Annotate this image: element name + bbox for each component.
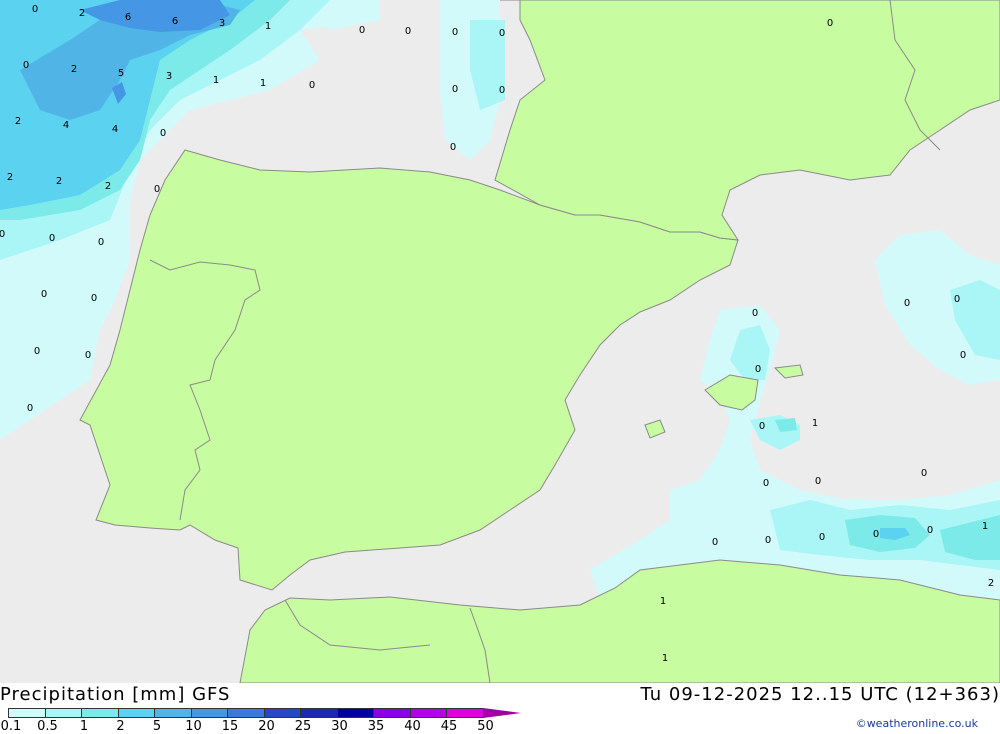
precipitation-value-label: 0 [819, 532, 825, 543]
precipitation-value-label: 0 [85, 350, 91, 361]
precipitation-value-label: 0 [815, 476, 821, 487]
legend-swatch [81, 708, 119, 718]
precipitation-value-label: 2 [15, 116, 21, 127]
legend-swatch [373, 708, 411, 718]
precipitation-value-label: 6 [172, 16, 178, 27]
precipitation-value-label: 1 [662, 653, 668, 664]
precipitation-value-label: 0 [91, 293, 97, 304]
precipitation-value-label: 3 [166, 71, 172, 82]
precipitation-value-label: 1 [213, 75, 219, 86]
precipitation-value-label: 4 [112, 124, 118, 135]
legend-tick-label: 35 [368, 719, 385, 734]
credit-link[interactable]: ©weatheronline.co.uk [856, 717, 978, 730]
precipitation-value-label: 0 [452, 84, 458, 95]
precipitation-value-label: 0 [32, 4, 38, 15]
precipitation-value-label: 0 [755, 364, 761, 375]
precipitation-value-label: 0 [954, 294, 960, 305]
precipitation-value-label: 5 [118, 68, 124, 79]
precipitation-value-label: 0 [752, 308, 758, 319]
precipitation-value-label: 6 [125, 12, 131, 23]
precipitation-value-label: 0 [27, 403, 33, 414]
legend-swatch [45, 708, 83, 718]
precipitation-value-label: 2 [56, 176, 62, 187]
footer: Precipitation [mm] GFS Tu 09-12-2025 12.… [0, 683, 1000, 733]
legend-tick-label: 2 [116, 719, 124, 734]
precipitation-value-label: 0 [23, 60, 29, 71]
precipitation-value-label: 0 [41, 289, 47, 300]
precipitation-value-label: 0 [405, 26, 411, 37]
precipitation-value-label: 1 [260, 78, 266, 89]
legend-tick-label: 1 [80, 719, 88, 734]
precipitation-value-label: 0 [759, 421, 765, 432]
legend-tick-label: 45 [441, 719, 458, 734]
legend-tick-label: 5 [153, 719, 161, 734]
precipitation-value-label: 1 [982, 521, 988, 532]
precipitation-value-label: 2 [71, 64, 77, 75]
precipitation-value-label: 0 [452, 27, 458, 38]
color-legend: 0.10.5125101520253035404550 [8, 708, 528, 733]
legend-swatch [191, 708, 229, 718]
precipitation-value-label: 0 [960, 350, 966, 361]
precipitation-value-label: 0 [499, 28, 505, 39]
precipitation-value-label: 0 [98, 237, 104, 248]
precipitation-value-label: 1 [660, 596, 666, 607]
precipitation-value-label: 0 [873, 529, 879, 540]
legend-swatch [300, 708, 338, 718]
precipitation-value-label: 0 [49, 233, 55, 244]
legend-tick-label: 0.5 [37, 719, 58, 734]
precipitation-value-label: 0 [359, 25, 365, 36]
legend-swatch [154, 708, 192, 718]
legend-tick-label: 15 [222, 719, 239, 734]
precipitation-value-label: 0 [34, 346, 40, 357]
precipitation-value-label: 0 [921, 468, 927, 479]
precipitation-value-label: 0 [450, 142, 456, 153]
precipitation-value-label: 0 [763, 478, 769, 489]
precipitation-value-label: 2 [988, 578, 994, 589]
precipitation-value-label: 1 [265, 21, 271, 32]
precipitation-value-label: 0 [904, 298, 910, 309]
precipitation-value-label: 0 [309, 80, 315, 91]
precipitation-value-label: 2 [79, 8, 85, 19]
precipitation-map: 0 2 6 6 3 1 0 0 0 0 0 2 5 3 1 1 0 0 0 2 4 4 0 0 2 2 2 0 0 0 0 0 0 0 0 0 0 0 0 0… [0, 0, 1000, 683]
legend-tick-label: 10 [185, 719, 202, 734]
precipitation-value-label: 0 [160, 128, 166, 139]
forecast-datetime: Tu 09-12-2025 12..15 UTC (12+363) [641, 684, 1000, 705]
legend-swatch [118, 708, 156, 718]
precipitation-value-label: 0 [927, 525, 933, 536]
precipitation-value-label: 0 [765, 535, 771, 546]
legend-tick-label: 20 [258, 719, 275, 734]
legend-swatch [8, 708, 46, 718]
legend-tick-label: 30 [331, 719, 348, 734]
legend-tick-label: 0.1 [1, 719, 22, 734]
legend-swatch [337, 708, 375, 718]
legend-tick-label: 25 [295, 719, 312, 734]
precipitation-value-label: 3 [219, 18, 225, 29]
legend-swatch [446, 708, 484, 718]
legend-swatch [227, 708, 265, 718]
precipitation-value-label: 1 [812, 418, 818, 429]
precipitation-value-label: 2 [7, 172, 13, 183]
precipitation-value-label: 0 [712, 537, 718, 548]
precipitation-value-label: 0 [0, 229, 5, 240]
legend-swatch [410, 708, 448, 718]
legend-tick-label: 40 [404, 719, 421, 734]
precipitation-value-label: 4 [63, 120, 69, 131]
chart-title: Precipitation [mm] GFS [0, 684, 230, 705]
precipitation-value-label: 0 [827, 18, 833, 29]
legend-arrow [483, 708, 521, 718]
precipitation-value-label: 2 [105, 181, 111, 192]
legend-tick-label: 50 [477, 719, 494, 734]
precipitation-value-label: 0 [499, 85, 505, 96]
legend-swatch [264, 708, 302, 718]
precipitation-value-label: 0 [154, 184, 160, 195]
